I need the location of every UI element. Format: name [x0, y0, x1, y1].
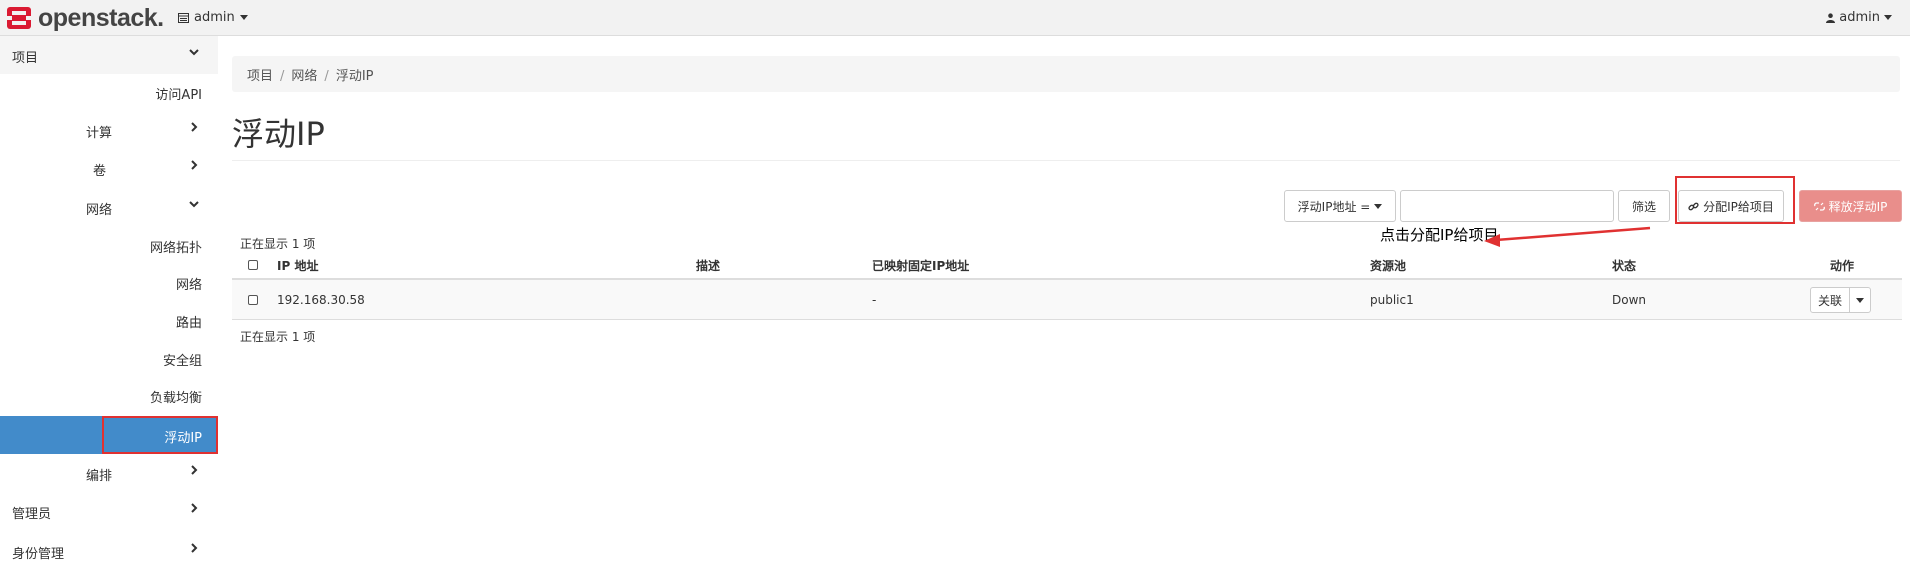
- main-content: 项目 / 网络 / 浮动IP 浮动IP 浮动IP地址 = 筛选 分配IP给项目 释放浮动…: [232, 36, 1902, 576]
- project-switcher-label: admin: [194, 10, 235, 25]
- openstack-logo[interactable]: openstack.: [6, 4, 164, 32]
- sidebar-item-orchestration[interactable]: 编排: [0, 454, 218, 492]
- chevron-right-icon: [188, 464, 200, 480]
- sidebar-item-load-balancers[interactable]: 负载均衡: [0, 376, 218, 414]
- user-menu[interactable]: admin: [1826, 10, 1892, 25]
- breadcrumb-item-current: 浮动IP: [335, 69, 374, 84]
- associate-button-label: 关联: [1817, 293, 1842, 308]
- filter-button[interactable]: 筛选: [1618, 190, 1670, 222]
- allocate-ip-button[interactable]: 分配IP给项目: [1678, 190, 1784, 222]
- breadcrumb: 项目 / 网络 / 浮动IP: [232, 56, 1900, 92]
- project-switcher[interactable]: admin: [178, 10, 248, 25]
- page-title: 浮动IP: [232, 115, 325, 153]
- unlink-icon: [1813, 201, 1825, 211]
- sidebar-item-volumes[interactable]: 卷: [0, 149, 218, 187]
- sidebar-item-label: 编排: [86, 469, 113, 484]
- filter-input[interactable]: [1400, 190, 1614, 222]
- associate-button[interactable]: 关联: [1810, 287, 1850, 313]
- sidebar-item-routers[interactable]: 路由: [0, 301, 218, 339]
- sidebar-item-api-access[interactable]: 访问API: [0, 73, 218, 111]
- sidebar-item-project[interactable]: 项目: [0, 36, 218, 74]
- sidebar-item-floating-ips[interactable]: 浮动IP: [0, 416, 218, 454]
- sidebar-item-admin[interactable]: 管理员: [0, 492, 218, 530]
- top-navbar: openstack. admin admin: [0, 0, 1910, 36]
- sidebar-item-label: 网络拓扑: [149, 241, 202, 256]
- sidebar-item-identity[interactable]: 身份管理: [0, 532, 218, 570]
- filter-field-select[interactable]: 浮动IP地址 =: [1284, 190, 1396, 222]
- filter-button-label: 筛选: [1631, 199, 1656, 214]
- chevron-right-icon: [188, 121, 200, 137]
- divider: [232, 160, 1900, 161]
- column-header-fixed-ip[interactable]: 已映射固定IP地址: [872, 257, 969, 274]
- sidebar-item-network[interactable]: 网络: [0, 188, 218, 226]
- column-header-description[interactable]: 描述: [696, 257, 720, 274]
- floating-ip-table: IP 地址 描述 已映射固定IP地址 资源池 状态 动作 192.168.30.…: [232, 250, 1902, 320]
- release-floating-ip-label: 释放浮动IP: [1828, 199, 1888, 214]
- cell-status: Down: [1612, 293, 1647, 307]
- column-header-pool[interactable]: 资源池: [1370, 257, 1406, 274]
- sidebar-item-label: 访问API: [155, 88, 202, 103]
- sidebar-item-label: 网络: [175, 278, 202, 293]
- chevron-down-icon: [188, 46, 200, 62]
- column-header-ip[interactable]: IP 地址: [277, 257, 318, 274]
- breadcrumb-item[interactable]: 网络: [291, 69, 317, 84]
- sidebar-item-networks[interactable]: 网络: [0, 263, 218, 301]
- user-icon: [1826, 12, 1836, 23]
- user-name: admin: [1839, 10, 1880, 25]
- sidebar: 项目 访问API 计算 卷 网络 网络拓扑 网络 路由 安全组 负载均衡 浮动I…: [0, 36, 218, 576]
- cell-fixed-ip: -: [872, 293, 877, 307]
- logo-text: openstack.: [38, 4, 164, 32]
- table-row: 192.168.30.58 - public1 Down 关联: [232, 280, 1902, 320]
- project-icon: [178, 12, 189, 23]
- sidebar-item-label: 身份管理: [12, 547, 65, 562]
- column-header-status[interactable]: 状态: [1612, 257, 1636, 274]
- chevron-right-icon: [188, 159, 200, 175]
- sidebar-item-label: 卷: [93, 164, 107, 179]
- sidebar-item-label: 项目: [12, 51, 39, 66]
- sidebar-item-label: 负载均衡: [149, 391, 202, 406]
- chevron-right-icon: [188, 542, 200, 558]
- item-count: 正在显示 1 项: [240, 330, 316, 344]
- sidebar-item-label: 浮动IP: [164, 431, 202, 446]
- row-actions-dropdown[interactable]: [1849, 287, 1871, 313]
- cell-pool: public1: [1370, 293, 1414, 307]
- filter-field-label: 浮动IP地址 =: [1297, 199, 1371, 214]
- annotation-arrow-icon: [1484, 226, 1651, 247]
- sidebar-item-label: 网络: [86, 203, 113, 218]
- table-header: IP 地址 描述 已映射固定IP地址 资源池 状态 动作: [232, 250, 1902, 280]
- allocate-ip-label: 分配IP给项目: [1703, 199, 1774, 214]
- cell-ip: 192.168.30.58: [277, 293, 365, 307]
- row-checkbox[interactable]: [248, 295, 258, 305]
- caret-down-icon: [1374, 203, 1383, 209]
- breadcrumb-item[interactable]: 项目: [247, 69, 273, 84]
- caret-down-icon: [1884, 15, 1892, 20]
- caret-down-icon: [239, 15, 248, 20]
- openstack-logo-icon: [7, 7, 31, 29]
- sidebar-item-compute[interactable]: 计算: [0, 111, 218, 149]
- sidebar-item-label: 管理员: [12, 507, 52, 522]
- sidebar-item-network-topology[interactable]: 网络拓扑: [0, 226, 218, 264]
- chevron-down-icon: [188, 198, 200, 214]
- sidebar-item-label: 安全组: [162, 354, 202, 369]
- sidebar-item-security-groups[interactable]: 安全组: [0, 339, 218, 377]
- link-icon: [1688, 202, 1699, 210]
- annotation-text: 点击分配IP给项目: [1380, 226, 1499, 244]
- select-all-checkbox[interactable]: [248, 260, 258, 270]
- chevron-right-icon: [188, 502, 200, 518]
- sidebar-item-label: 路由: [175, 316, 202, 331]
- column-header-actions: 动作: [1830, 259, 1855, 273]
- caret-down-icon: [1856, 297, 1864, 303]
- release-floating-ip-button[interactable]: 释放浮动IP: [1799, 190, 1902, 222]
- sidebar-item-label: 计算: [86, 126, 113, 141]
